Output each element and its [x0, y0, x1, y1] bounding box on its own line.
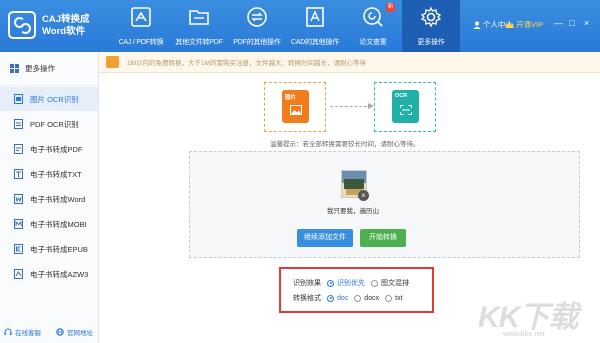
ebook-pdf-icon — [14, 144, 23, 154]
nav-caj-pdf-convert[interactable]: CAJ / PDF转换 — [112, 0, 170, 52]
main-nav: CAJ / PDF转换 其他文件转PDF PDF的其他操作 CAD的其他操作 新… — [112, 0, 460, 52]
sidebar-item-ebook-word[interactable]: 电子书转成Word — [0, 187, 98, 211]
format-label: 转换格式 — [293, 295, 321, 302]
sidebar-item-label: 电子书转成TXT — [30, 169, 82, 179]
format-radio-txt[interactable] — [385, 294, 393, 302]
output-format-label: OCR — [395, 93, 408, 99]
close-button[interactable]: × — [584, 18, 589, 28]
app-title: CAJ转换成 Word软件 — [42, 14, 90, 38]
sidebar-item-label: PDF OCR识别 — [30, 119, 79, 129]
nav-label: CAD的其他操作 — [290, 39, 340, 46]
sidebar-item-ebook-txt[interactable]: 电子书转成TXT — [0, 162, 98, 186]
sidebar-item-label: 电子书转成MOBI — [30, 219, 87, 229]
sidebar-item-ebook-epub[interactable]: 电子书转成EPUB — [0, 237, 98, 261]
input-format-box: 图片 — [264, 82, 326, 132]
picture-icon — [290, 105, 302, 115]
vip-label: 开通VIP — [516, 20, 544, 29]
crown-icon — [505, 21, 514, 28]
effect-row: 识别效果 识别优先 图文混排 — [293, 278, 409, 288]
sidebar-item-label: 电子书转成PDF — [30, 144, 83, 154]
nav-label: 论文查重 — [359, 39, 387, 46]
website-link[interactable]: 官网地址 — [56, 327, 93, 337]
scan-icon — [400, 105, 412, 115]
app-logo-icon — [8, 11, 36, 39]
nav-paper-check[interactable]: 新 论文查重 — [344, 0, 402, 52]
sidebar-item-ebook-pdf[interactable]: 电子书转成PDF — [0, 137, 98, 161]
tip-text: 温馨提示：若全部转换需要较长时间，请耐心等待。 — [270, 141, 420, 148]
ebook-word-icon — [14, 194, 23, 204]
headset-icon — [4, 328, 12, 335]
app-title-line1: CAJ转换成 — [42, 14, 90, 25]
pdf-ocr-icon — [14, 119, 23, 129]
cad-icon — [306, 7, 324, 27]
image-ocr-icon — [14, 94, 23, 104]
globe-icon — [56, 328, 64, 336]
flow-arrow — [330, 106, 372, 107]
watermark-url: www.kkx.net — [503, 329, 545, 338]
user-icon — [473, 21, 481, 29]
file-name: 我只要我，遍历山 — [327, 208, 379, 215]
sidebar-item-label: 图片 OCR识别 — [30, 94, 79, 104]
vip-link[interactable]: 开通VIP — [505, 19, 543, 30]
ebook-epub-icon — [14, 244, 23, 254]
start-convert-button[interactable]: 开始转换 — [360, 229, 406, 247]
ebook-mobi-icon — [14, 219, 23, 229]
format-option-txt[interactable]: txt — [395, 295, 402, 302]
sidebar-item-label: 电子书转成AZW3 — [30, 269, 89, 279]
swap-icon — [247, 7, 267, 27]
notice-icon — [106, 56, 119, 68]
effect-radio-mixed[interactable] — [371, 279, 378, 287]
website-label: 官网地址 — [67, 330, 93, 337]
remove-file-icon[interactable]: × — [358, 190, 369, 201]
image-file-icon: 图片 — [282, 90, 309, 123]
input-format-label: 图片 — [285, 95, 297, 101]
check-icon — [363, 7, 383, 27]
nav-more-operations[interactable]: 更多操作 — [402, 0, 460, 52]
sidebar-item-pdf-ocr[interactable]: PDF OCR识别 — [0, 112, 98, 136]
sidebar-item-ebook-mobi[interactable]: 电子书转成MOBI — [0, 212, 98, 236]
folder-icon — [189, 10, 209, 25]
notice-bar: 1M以内的免费转换，大于1M的需购买注册，文件越大，转换时间越长，请耐心等待 — [99, 52, 600, 73]
ebook-txt-icon — [14, 169, 23, 179]
minimize-button[interactable]: — — [554, 18, 563, 28]
maximize-button[interactable]: □ — [569, 18, 574, 28]
format-option-docx[interactable]: docx — [364, 295, 379, 302]
nav-label: 其他文件转PDF — [175, 39, 223, 46]
nav-pdf-other[interactable]: PDF的其他操作 — [228, 0, 286, 52]
output-format-box: OCR — [374, 82, 436, 132]
sidebar-header: 更多操作 — [0, 52, 98, 86]
sidebar-item-label: 电子书转成Word — [30, 194, 86, 204]
effect-label: 识别效果 — [293, 280, 321, 287]
nav-label: CAJ / PDF转换 — [118, 39, 164, 46]
pdf-convert-icon — [131, 7, 151, 27]
gear-icon — [420, 6, 442, 28]
sidebar-header-label: 更多操作 — [25, 64, 55, 73]
nav-other-to-pdf[interactable]: 其他文件转PDF — [170, 0, 228, 52]
online-service-label: 在线客服 — [15, 330, 41, 337]
effect-option-priority[interactable]: 识别优先 — [337, 278, 365, 288]
effect-radio-priority[interactable] — [327, 279, 334, 287]
top-bar: CAJ转换成 Word软件 CAJ / PDF转换 其他文件转PDF PDF的其… — [0, 0, 600, 52]
ocr-settings-panel: 识别效果 识别优先 图文混排 转换格式 doc docx txt — [279, 267, 434, 313]
new-badge: 新 — [386, 3, 395, 12]
ocr-file-icon: OCR — [392, 90, 419, 123]
grid-icon — [10, 64, 19, 73]
sidebar-item-image-ocr[interactable]: 图片 OCR识别 — [0, 87, 98, 111]
sidebar-item-label: 电子书转成EPUB — [30, 244, 88, 254]
nav-label: 更多操作 — [417, 39, 445, 46]
add-file-button[interactable]: 继续添加文件 — [297, 229, 353, 247]
format-radio-docx[interactable] — [354, 294, 362, 302]
app-title-line2: Word软件 — [42, 26, 86, 37]
effect-option-mixed[interactable]: 图文混排 — [381, 278, 409, 288]
ebook-azw3-icon — [14, 269, 23, 279]
format-option-doc[interactable]: doc — [337, 295, 348, 302]
nav-label: PDF的其他操作 — [233, 39, 281, 46]
notice-text: 1M以内的免费转换，大于1M的需购买注册，文件越大，转换时间越长，请耐心等待 — [127, 60, 367, 67]
online-service-link[interactable]: 在线客服 — [4, 327, 41, 337]
sidebar-item-ebook-azw3[interactable]: 电子书转成AZW3 — [0, 262, 98, 286]
format-row: 转换格式 doc docx txt — [293, 293, 402, 303]
nav-cad-other[interactable]: CAD的其他操作 — [286, 0, 344, 52]
format-radio-doc[interactable] — [327, 294, 334, 302]
